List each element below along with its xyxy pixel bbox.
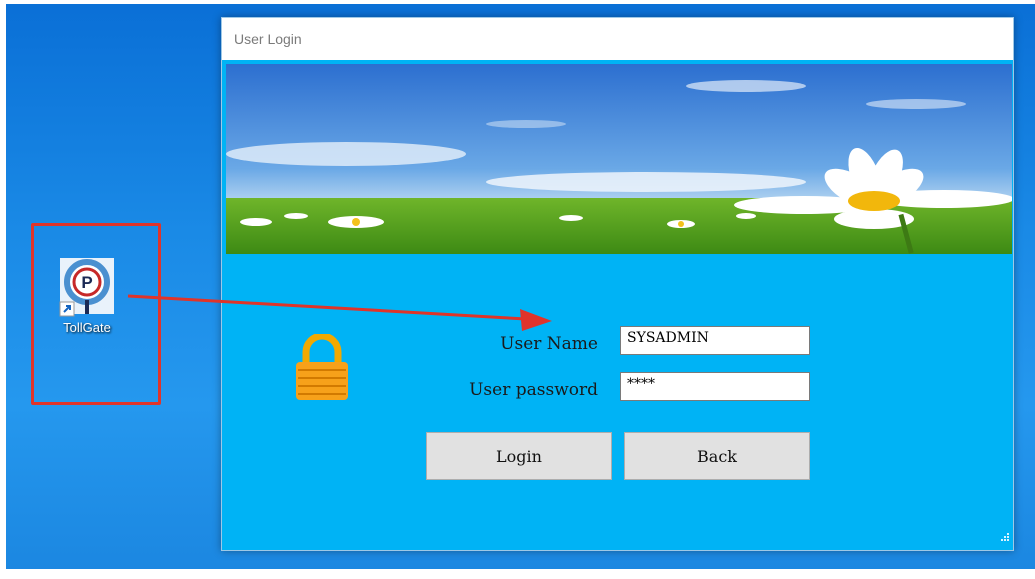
login-button[interactable]: Login — [426, 432, 612, 480]
window-title: User Login — [222, 18, 1013, 60]
resize-grip-icon[interactable] — [1000, 529, 1010, 547]
username-input[interactable]: SYSADMIN — [620, 326, 810, 355]
username-label: User Name — [500, 334, 598, 354]
password-label: User password — [469, 380, 598, 400]
lock-icon — [292, 332, 352, 407]
password-input[interactable]: **** — [620, 372, 810, 401]
annotation-highlight-box — [31, 223, 161, 405]
back-button[interactable]: Back — [624, 432, 810, 480]
login-window: User Login User Name SYSADMIN User passw… — [221, 17, 1014, 551]
banner-image — [226, 64, 1012, 254]
